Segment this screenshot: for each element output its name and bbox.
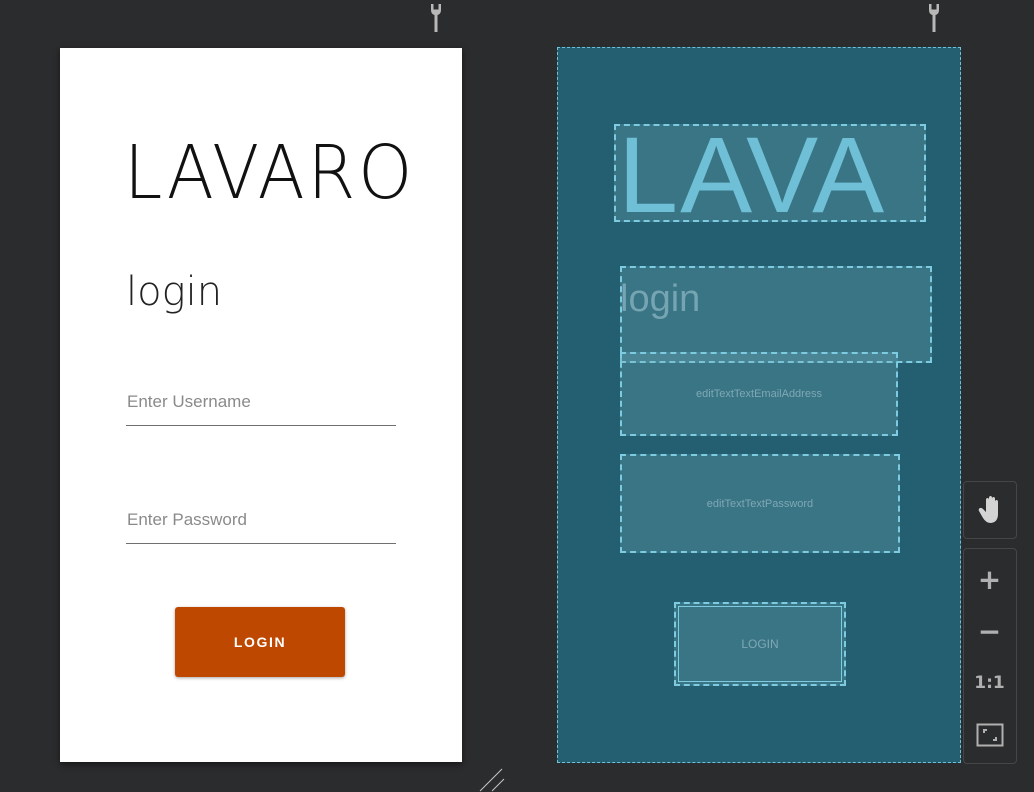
wrench-icon[interactable] xyxy=(926,3,942,33)
pan-button[interactable] xyxy=(964,484,1015,536)
actual-size-button[interactable]: 1:1 xyxy=(964,657,1015,709)
blueprint-subtitle-text: login xyxy=(620,278,701,320)
blueprint-title-text: LAVA xyxy=(618,124,887,222)
blueprint-login-button[interactable]: LOGIN xyxy=(674,602,846,686)
blueprint-subtitle[interactable]: login xyxy=(620,266,932,363)
blueprint-button-inner-border xyxy=(678,606,842,682)
pan-tool-group xyxy=(963,481,1017,539)
blueprint-password-field[interactable]: editTextTextPassword xyxy=(620,454,900,553)
zoom-tool-group: + − 1:1 xyxy=(963,548,1017,764)
hand-icon xyxy=(978,496,998,523)
blueprint-title[interactable]: LAVA xyxy=(614,124,926,222)
zoom-in-button[interactable]: + xyxy=(964,553,1015,605)
blueprint-view[interactable]: LAVA login editTextTextEmailAddress edit… xyxy=(557,47,961,763)
password-input[interactable] xyxy=(126,502,396,544)
wrench-icon[interactable] xyxy=(428,3,444,33)
fit-screen-button[interactable] xyxy=(964,709,1015,761)
blueprint-password-id: editTextTextPassword xyxy=(706,497,814,510)
fit-screen-icon xyxy=(976,723,1003,747)
username-input[interactable] xyxy=(126,384,396,426)
login-heading: login xyxy=(126,269,223,315)
app-title: LAVARO xyxy=(124,130,416,216)
login-button[interactable]: LOGIN xyxy=(175,607,345,677)
design-preview[interactable]: LAVARO login LOGIN xyxy=(60,48,462,762)
zoom-out-button[interactable]: − xyxy=(964,605,1015,657)
blueprint-username-id: editTextTextEmailAddress xyxy=(696,388,822,400)
blueprint-username-field[interactable]: editTextTextEmailAddress xyxy=(620,352,898,436)
resize-handle-icon[interactable] xyxy=(478,768,508,792)
